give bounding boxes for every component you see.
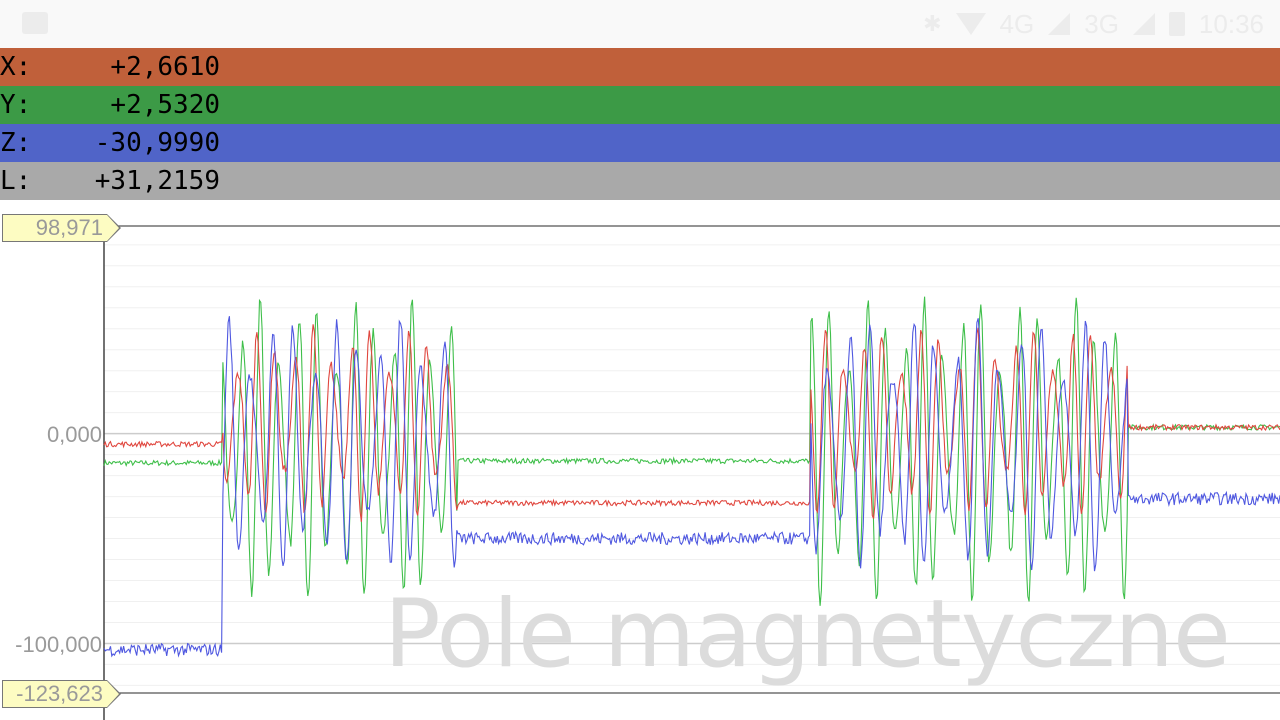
clock: 10:36 [1198, 8, 1264, 39]
zero-tick-label: 0,000 [46, 422, 102, 447]
tick-label-minus-100: -100,000 [15, 632, 102, 657]
max-value-flag[interactable]: 98,971 [2, 214, 121, 242]
min-value-label: -123,623 [16, 681, 103, 706]
readout-l: L: +31,2159 [0, 162, 1280, 200]
readout-z: Z: -30,9990 [0, 124, 1280, 162]
readout-z-value: -30,9990 [94, 128, 220, 158]
signal-icon [1132, 13, 1155, 35]
readout-y: Y: +2,5320 [0, 86, 1280, 124]
network-3g: 3G [1084, 8, 1119, 39]
min-value-flag[interactable]: -123,623 [2, 680, 121, 708]
status-bar: ✱ 4G 3G 10:36 [0, 0, 1280, 48]
image-icon [22, 12, 48, 34]
signal-icon [1048, 13, 1071, 35]
readout-x: X: +2,6610 [0, 48, 1280, 86]
chart-title-watermark: Pole magnetyczne [384, 580, 1231, 689]
readout-x-value: +2,6610 [110, 52, 220, 82]
network-4g: 4G [999, 8, 1035, 39]
magnetic-field-chart[interactable]: Pole magnetyczne 98,971 0,000 -100,000 -… [0, 200, 1280, 720]
max-value-label: 98,971 [35, 215, 103, 240]
bluetooth-icon: ✱ [923, 11, 942, 36]
battery-icon [1168, 12, 1185, 36]
readout-y-value: +2,5320 [110, 90, 220, 120]
readout-l-value: +31,2159 [94, 166, 220, 196]
wifi-icon [955, 13, 986, 35]
